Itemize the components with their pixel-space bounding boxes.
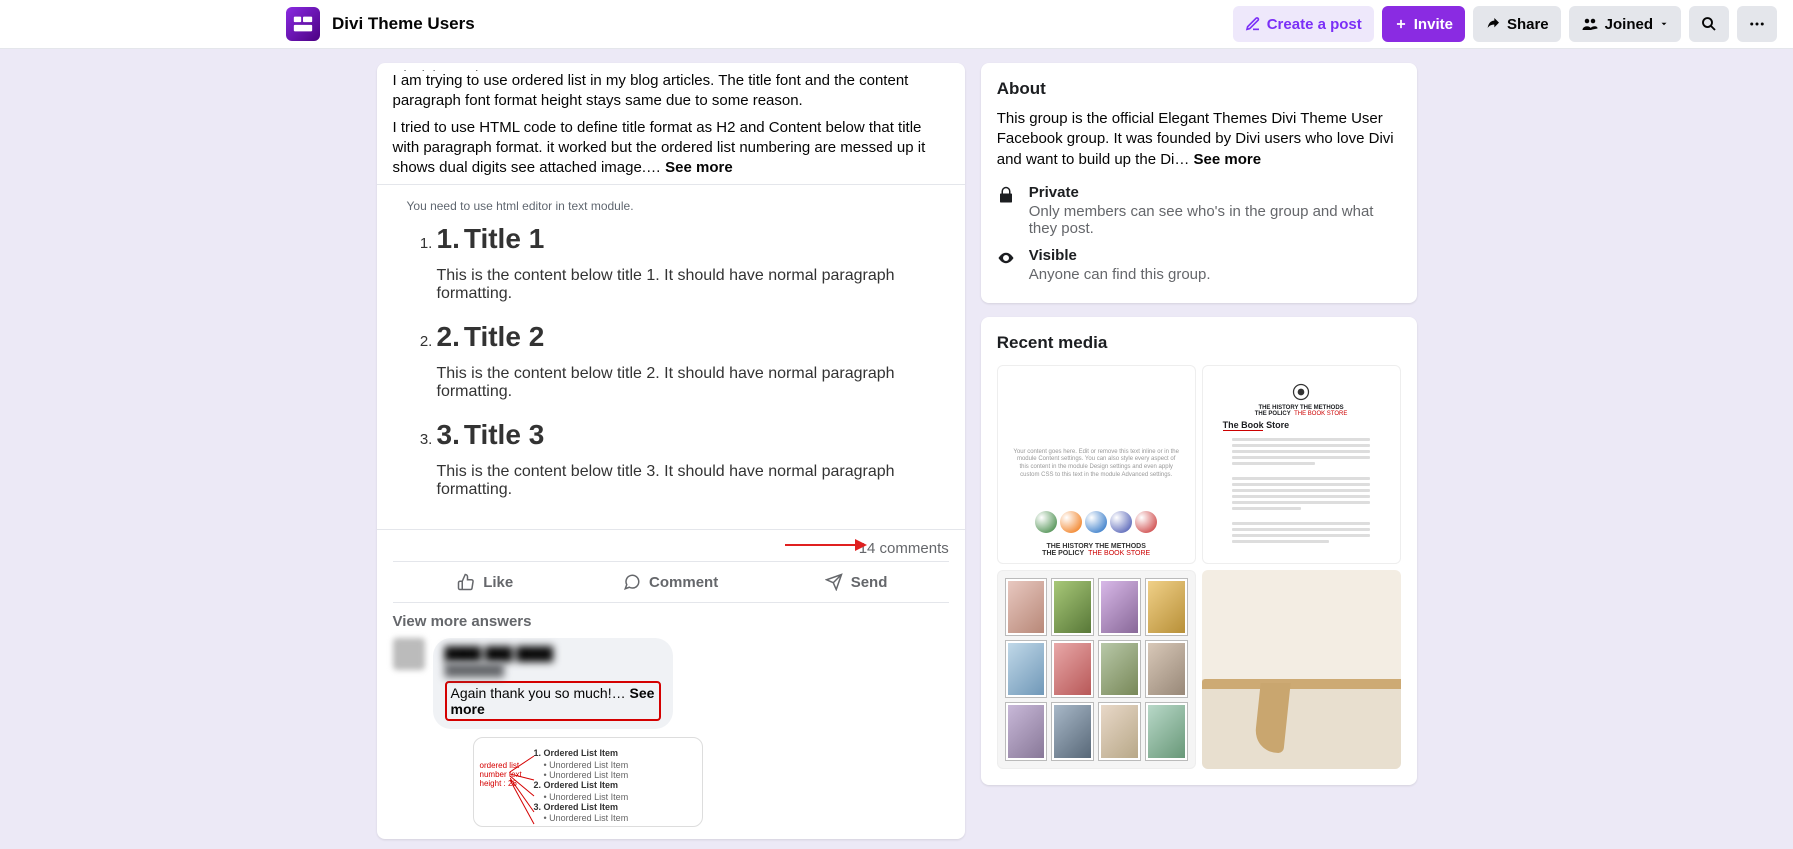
visible-title: Visible xyxy=(1029,247,1211,264)
post-card: Hi Divi People, I am trying to use order… xyxy=(377,63,965,839)
visibility-row: Visible Anyone can find this group. xyxy=(997,247,1401,283)
post-paragraph-2: I tried to use HTML code to define title… xyxy=(393,118,949,179)
create-post-button[interactable]: Create a post xyxy=(1233,6,1374,42)
media-thumbnail[interactable] xyxy=(1202,570,1401,769)
recent-media-card: Recent media Your content goes here. Edi… xyxy=(981,317,1417,785)
post-action-bar: Like Comment Send xyxy=(393,561,949,603)
wood-table-top xyxy=(1202,679,1401,689)
comment-button[interactable]: Comment xyxy=(578,562,763,602)
ordered-list-demo: 1.Title 1 This is the content below titl… xyxy=(407,223,935,499)
book-title: The Book Store xyxy=(1223,420,1290,430)
share-icon xyxy=(1485,16,1501,32)
commenter-name: ████ ███ ████ xyxy=(445,646,661,661)
demo-line: 2. Ordered List Item xyxy=(534,780,696,792)
search-button[interactable] xyxy=(1689,6,1729,42)
media-footer: THE HISTORY THE METHODS THE POLICY THE B… xyxy=(1042,543,1150,557)
share-button[interactable]: Share xyxy=(1473,6,1561,42)
about-text: This group is the official Elegant Theme… xyxy=(997,109,1401,170)
item-content: This is the content below title 2. It sh… xyxy=(437,365,935,401)
media-placeholder-text: Your content goes here. Edit or remove t… xyxy=(1004,445,1189,484)
send-label: Send xyxy=(851,574,888,591)
marble-row xyxy=(1008,511,1185,533)
annotation-arrows xyxy=(510,752,540,827)
media-thumbnail[interactable]: THE HISTORY THE METHODS THE POLICY THE B… xyxy=(1202,365,1401,564)
item-content: This is the content below title 1. It sh… xyxy=(437,267,935,303)
send-button[interactable]: Send xyxy=(763,562,948,602)
big-number: 1. xyxy=(437,223,460,254)
privacy-row: Private Only members can see who's in th… xyxy=(997,184,1401,237)
attachment-hint: You need to use html editor in text modu… xyxy=(407,199,935,213)
media2-header: THE HISTORY THE METHODS THE POLICY THE B… xyxy=(1255,405,1348,417)
comments-count-link[interactable]: 14 comments xyxy=(859,540,949,557)
item-title: Title 3 xyxy=(464,419,544,450)
visible-subtitle: Anyone can find this group. xyxy=(1029,266,1211,283)
media-thumbnail[interactable] xyxy=(997,570,1196,769)
top-bar: Divi Theme Users Create a post Invite Sh… xyxy=(0,0,1793,49)
post-paragraph-1: I am trying to use ordered list in my bl… xyxy=(393,71,949,112)
ellipsis-icon xyxy=(1748,15,1766,33)
photo-frame-grid xyxy=(1006,579,1187,760)
comment-highlight-annotation: Again thank you so much!… See more xyxy=(445,681,661,721)
big-number: 2. xyxy=(437,321,460,352)
about-card: About This group is the official Elegant… xyxy=(981,63,1417,303)
like-label: Like xyxy=(483,574,513,591)
text-lines-placeholder xyxy=(1232,435,1371,546)
view-more-answers[interactable]: View more answers xyxy=(377,603,965,638)
media-thumbnail[interactable]: Your content goes here. Edit or remove t… xyxy=(997,365,1196,564)
more-button[interactable] xyxy=(1737,6,1777,42)
comment-row: ████ ███ ████ ███████ Again thank you so… xyxy=(377,638,965,827)
demo-line: 1. Ordered List Item xyxy=(534,748,696,760)
comment-label: Comment xyxy=(649,574,718,591)
post-attachment[interactable]: You need to use html editor in text modu… xyxy=(377,184,965,529)
lock-icon xyxy=(997,186,1017,208)
demo-line: 3. Ordered List Item xyxy=(534,802,696,814)
joined-button[interactable]: Joined xyxy=(1569,6,1681,42)
item-title: Title 2 xyxy=(464,321,544,352)
commenter-badge: ███████ xyxy=(445,663,661,677)
private-title: Private xyxy=(1029,184,1401,201)
group-avatar[interactable] xyxy=(286,7,320,41)
recent-media-heading: Recent media xyxy=(997,333,1401,353)
chevron-down-icon xyxy=(1659,19,1669,29)
item-title: Title 1 xyxy=(464,223,544,254)
private-subtitle: Only members can see who's in the group … xyxy=(1029,203,1401,237)
item-content: This is the content below title 3. It sh… xyxy=(437,463,935,499)
comment-text: Again thank you so much!… xyxy=(451,685,626,701)
send-icon xyxy=(825,573,843,591)
group-title[interactable]: Divi Theme Users xyxy=(332,14,475,34)
about-see-more[interactable]: See more xyxy=(1194,151,1262,168)
demo-line: • Unordered List Item xyxy=(534,792,696,802)
comment-icon xyxy=(623,573,641,591)
plus-icon xyxy=(1394,17,1408,31)
create-post-label: Create a post xyxy=(1267,16,1362,33)
annotation-arrow xyxy=(785,544,865,546)
comment-image-attachment[interactable]: ordered list number text height : 26 1. … xyxy=(473,737,703,827)
invite-label: Invite xyxy=(1414,16,1453,33)
invite-button[interactable]: Invite xyxy=(1382,6,1465,42)
edit-icon xyxy=(1245,16,1261,32)
commenter-avatar[interactable] xyxy=(393,638,425,670)
wood-table-leg xyxy=(1253,683,1290,753)
share-label: Share xyxy=(1507,16,1549,33)
demo-line: • Unordered List Item xyxy=(534,770,696,780)
group-icon xyxy=(1581,15,1599,33)
like-button[interactable]: Like xyxy=(393,562,578,602)
joined-label: Joined xyxy=(1605,16,1653,33)
seal-icon xyxy=(1291,382,1311,402)
search-icon xyxy=(1700,15,1718,33)
list-item: 3.Title 3 This is the content below titl… xyxy=(437,419,935,499)
demo-line: • Unordered List Item xyxy=(534,813,696,823)
like-icon xyxy=(457,573,475,591)
list-item: 1.Title 1 This is the content below titl… xyxy=(437,223,935,303)
big-number: 3. xyxy=(437,419,460,450)
post-see-more[interactable]: See more xyxy=(665,159,733,176)
eye-icon xyxy=(997,249,1017,271)
about-heading: About xyxy=(997,79,1401,99)
list-item: 2.Title 2 This is the content below titl… xyxy=(437,321,935,401)
comment-bubble[interactable]: ████ ███ ████ ███████ Again thank you so… xyxy=(433,638,673,729)
demo-line: • Unordered List Item xyxy=(534,760,696,770)
comments-count-row: 14 comments xyxy=(377,529,965,557)
